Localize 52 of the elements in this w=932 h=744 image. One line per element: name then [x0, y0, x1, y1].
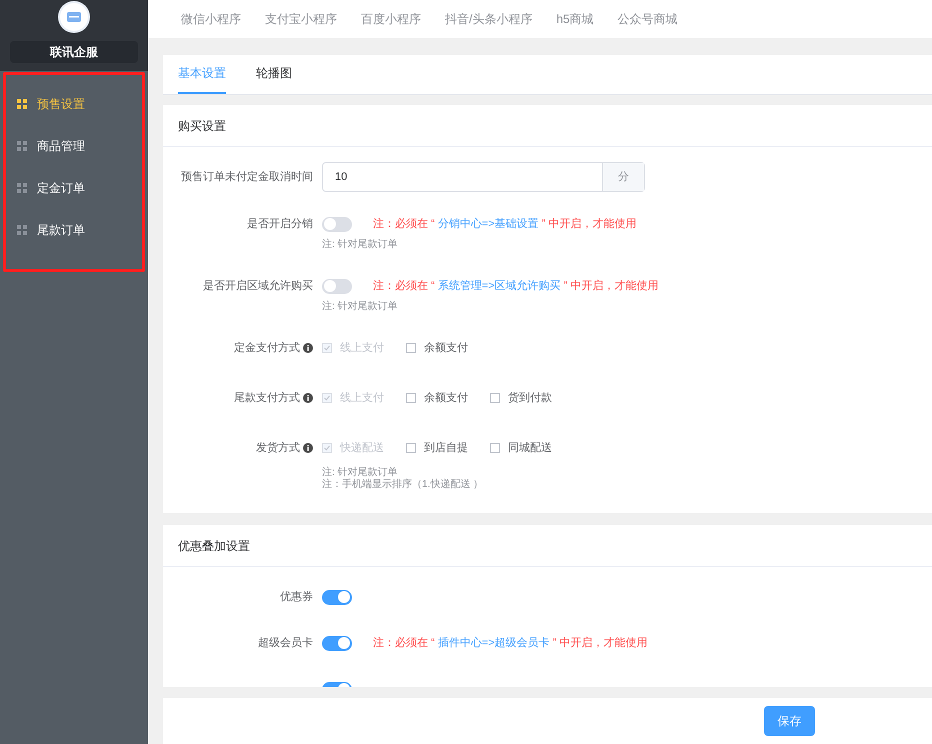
checkbox-option[interactable]: 余额支付 [406, 340, 468, 356]
brand-name: 联讯企服 [10, 41, 138, 63]
info-icon [303, 443, 313, 453]
field-label: 是否开启分销 [247, 216, 313, 232]
field-label: 超级会员卡 [258, 636, 313, 651]
toggle-switch[interactable] [322, 636, 352, 650]
number-field[interactable]: 10 分 [322, 162, 645, 192]
grid-icon [17, 225, 27, 235]
checkmark-icon [323, 394, 331, 402]
platform-tab[interactable]: 抖音/头条小程序 [445, 10, 532, 28]
section-title: 购买设置 [178, 118, 226, 134]
checkmark-icon [323, 444, 331, 452]
checkbox-option[interactable]: 到店自提 [406, 440, 468, 456]
tab[interactable]: 基本设置 [178, 54, 226, 94]
field-label: 优惠券 [280, 590, 313, 605]
platform-tab[interactable]: 支付宝小程序 [265, 10, 337, 28]
toggle-switch[interactable] [322, 590, 352, 604]
platform-tab[interactable]: h5商城 [556, 10, 594, 28]
warning-note: 注：必须在 “ 插件中心=>超级会员卡 ” 中开启，才能使用 [373, 636, 648, 651]
menu-item[interactable]: 尾款订单 [37, 221, 85, 239]
field-label: 发货方式 [256, 440, 300, 456]
grid-icon [17, 99, 27, 109]
save-button[interactable]: 保存 [764, 706, 815, 736]
tab[interactable]: 轮播图 [256, 54, 292, 94]
grid-icon [17, 183, 27, 193]
hint-text: 注: 针对尾款订单 [322, 467, 399, 478]
field-label: 尾款支付方式 [234, 390, 300, 406]
checkbox-option[interactable]: 同城配送 [490, 440, 552, 456]
field-label: 预售订单未付定金取消时间 [181, 170, 313, 185]
menu-item[interactable]: 预售设置 [37, 95, 85, 113]
menu-item[interactable]: 商品管理 [37, 137, 85, 155]
warning-note: 注：必须在 “ 系统管理=>区域允许购买 ” 中开启，才能使用 [373, 278, 658, 294]
info-icon [303, 343, 313, 353]
section-title: 优惠叠加设置 [178, 538, 250, 554]
platform-tab[interactable]: 百度小程序 [361, 10, 421, 28]
hint-text: 注：手机端显示排序（1.快递配送 ） [322, 479, 484, 491]
info-icon [303, 393, 313, 403]
checkmark-icon [323, 344, 331, 352]
logo-icon [58, 1, 90, 33]
grid-icon [17, 141, 27, 151]
toggle-switch[interactable] [322, 216, 352, 232]
menu-item[interactable]: 定金订单 [37, 179, 85, 197]
checkbox-option[interactable]: 货到付款 [490, 390, 552, 406]
toggle-switch[interactable] [322, 278, 352, 294]
hint-text: 注: 针对尾款订单 [322, 239, 399, 251]
platform-tab[interactable]: 公众号商城 [618, 10, 678, 28]
field-label: 定金支付方式 [234, 340, 300, 356]
checkbox-option[interactable]: 余额支付 [406, 390, 468, 406]
warning-note: 注：必须在 “ 分销中心=>基础设置 ” 中开启，才能使用 [373, 216, 636, 232]
field-label: 是否开启区域允许购买 [203, 278, 313, 294]
hint-text: 注: 针对尾款订单 [322, 301, 399, 313]
platform-tab[interactable]: 微信小程序 [181, 10, 241, 28]
